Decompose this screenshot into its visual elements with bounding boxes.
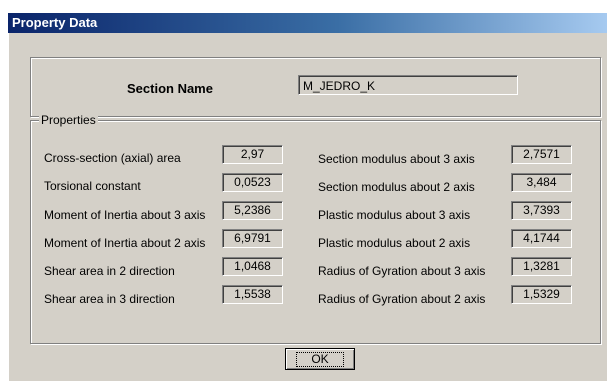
prop-value-gyration-2: 1,5329 xyxy=(511,285,572,304)
prop-value-torsional-constant: 0,0523 xyxy=(222,173,283,192)
section-name-group: Section Name M_JEDRO_K xyxy=(30,57,601,117)
section-name-label: Section Name xyxy=(127,81,213,96)
section-name-field: M_JEDRO_K xyxy=(298,75,518,95)
prop-label-gyration-3: Radius of Gyration about 3 axis xyxy=(318,264,486,278)
prop-value-plastic-modulus-2: 4,1744 xyxy=(511,229,572,248)
prop-label-shear-area-2: Shear area in 2 direction xyxy=(44,264,175,278)
properties-group: Properties Cross-section (axial) area 2,… xyxy=(30,113,601,344)
prop-label-section-modulus-3: Section modulus about 3 axis xyxy=(318,152,475,166)
prop-label-gyration-2: Radius of Gyration about 2 axis xyxy=(318,292,486,306)
prop-value-inertia-3: 5,2386 xyxy=(222,201,283,220)
window-title: Property Data xyxy=(12,15,98,30)
property-data-dialog: Property Data Section Name M_JEDRO_K Pro… xyxy=(8,13,607,381)
prop-label-shear-area-3: Shear area in 3 direction xyxy=(44,292,175,306)
title-bar[interactable]: Property Data xyxy=(8,13,607,33)
prop-value-section-modulus-2: 3,484 xyxy=(511,173,572,192)
ok-button-label: OK xyxy=(296,351,344,367)
prop-label-plastic-modulus-3: Plastic modulus about 3 axis xyxy=(318,208,471,222)
prop-value-axial-area: 2,97 xyxy=(222,145,283,164)
properties-legend: Properties xyxy=(39,113,98,127)
prop-value-shear-area-2: 1,0468 xyxy=(222,257,283,276)
prop-label-inertia-2: Moment of Inertia about 2 axis xyxy=(44,236,206,250)
prop-value-shear-area-3: 1,5538 xyxy=(222,285,283,304)
prop-label-plastic-modulus-2: Plastic modulus about 2 axis xyxy=(318,236,471,250)
prop-label-section-modulus-2: Section modulus about 2 axis xyxy=(318,180,475,194)
prop-value-plastic-modulus-3: 3,7393 xyxy=(511,201,572,220)
ok-button[interactable]: OK xyxy=(285,348,355,370)
prop-value-section-modulus-3: 2,7571 xyxy=(511,145,572,164)
prop-label-inertia-3: Moment of Inertia about 3 axis xyxy=(44,208,206,222)
prop-label-axial-area: Cross-section (axial) area xyxy=(44,151,181,165)
prop-label-torsional-constant: Torsional constant xyxy=(44,179,141,193)
prop-value-gyration-3: 1,3281 xyxy=(511,257,572,276)
prop-value-inertia-2: 6,9791 xyxy=(222,229,283,248)
